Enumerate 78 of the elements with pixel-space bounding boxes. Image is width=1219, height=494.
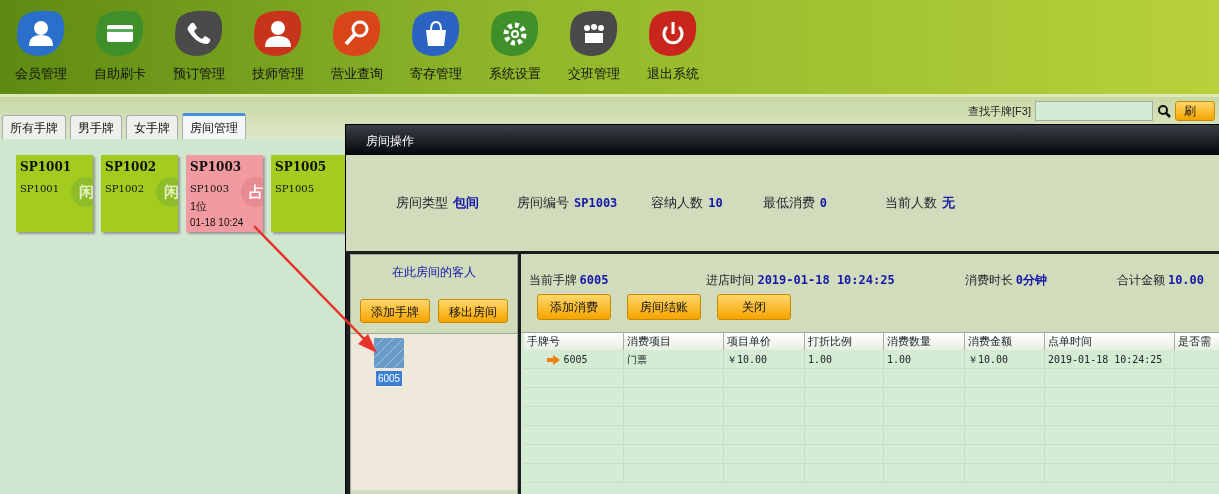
column-header[interactable]: 是否需: [1174, 333, 1219, 350]
field-label: 进店时间: [706, 273, 755, 287]
room-title: SP1001: [20, 159, 73, 176]
check-in-time: 01-18 10:24: [190, 215, 245, 230]
wristband-icon: [374, 338, 404, 368]
refresh-button[interactable]: 刷: [1174, 101, 1215, 121]
table-cell: ￥10.00: [968, 353, 1009, 365]
field-label: 容纳人数: [651, 195, 704, 211]
search-label: 查找手牌[F3]: [968, 103, 1031, 119]
table-cell: 1.00: [808, 353, 833, 365]
status-badge: 闲: [71, 177, 93, 207]
room-code: SP1001: [20, 182, 60, 196]
room-code: SP1002: [105, 182, 145, 196]
guest-label: 6005: [375, 371, 403, 386]
toolbar-label[interactable]: 交班管理: [568, 64, 620, 84]
field-value: SP1003: [574, 196, 618, 211]
field-value: 无: [942, 195, 956, 211]
field-label: 消费时长: [964, 273, 1013, 287]
panel-button[interactable]: 移出房间: [437, 299, 508, 323]
search-icon[interactable]: [1156, 104, 1171, 118]
status-badge: 闲: [156, 177, 178, 207]
arrow-icon: [546, 354, 560, 365]
field-value: 0分钟: [1015, 273, 1047, 287]
table-cell: 门票: [627, 353, 647, 365]
tab[interactable]: 男手牌: [70, 115, 122, 139]
field-value: 0: [819, 196, 828, 211]
room-card[interactable]: SP1005 SP1005: [271, 155, 348, 232]
toolbar-label[interactable]: 技师管理: [252, 64, 304, 84]
field-label: 合计金额: [1116, 273, 1165, 287]
room-title: SP1005: [275, 159, 328, 176]
room-code: SP1005: [275, 182, 315, 196]
action-button[interactable]: 关闭: [716, 294, 791, 320]
toolbar-label[interactable]: 自助刷卡: [94, 64, 146, 84]
column-header[interactable]: 手牌号: [523, 333, 624, 350]
toolbar-label[interactable]: 营业查询: [331, 64, 383, 84]
room-card[interactable]: SP1001 SP1001 闲: [16, 155, 93, 232]
field-value: 10.00: [1167, 273, 1205, 287]
toolbar-label[interactable]: 系统设置: [489, 64, 541, 84]
panel-title: 在此房间的客人: [391, 265, 476, 279]
field-label: 当前手牌: [528, 273, 577, 287]
guest-item[interactable]: 6005: [374, 338, 404, 386]
field-label: 房间编号: [517, 195, 569, 211]
room-card[interactable]: SP1003 SP1003 1位 01-18 10:24 占: [186, 155, 263, 232]
dialog-title: 房间操作: [346, 125, 1219, 155]
search-field[interactable]: [1034, 101, 1153, 121]
column-header[interactable]: 消费金额: [964, 333, 1045, 350]
field-label: 最低消费: [762, 195, 815, 211]
column-header[interactable]: 消费数量: [883, 333, 965, 350]
action-button[interactable]: 添加消费: [536, 294, 611, 320]
action-button[interactable]: 房间结账: [626, 294, 701, 320]
toolbar-label[interactable]: 寄存管理: [410, 64, 462, 84]
field-value: 10: [708, 196, 723, 211]
column-header[interactable]: 项目单价: [723, 333, 805, 350]
table-cell: ￥10.00: [727, 353, 768, 365]
table-cell: 1.00: [887, 353, 912, 365]
panel-button[interactable]: 添加手牌: [359, 299, 430, 323]
table-cell: 2019-01-18 10:24:25: [1048, 353, 1163, 365]
field-label: 房间类型: [396, 195, 448, 211]
tab[interactable]: 房间管理: [182, 113, 246, 139]
toolbar-label[interactable]: 退出系统: [647, 64, 699, 84]
toolbar-label[interactable]: 预订管理: [173, 64, 225, 84]
tab[interactable]: 女手牌: [126, 115, 178, 139]
column-header[interactable]: 点单时间: [1044, 333, 1175, 350]
table-cell: 6005: [563, 353, 588, 365]
guest-count: 1位: [190, 199, 209, 214]
field-value: 包间: [453, 195, 479, 211]
field-value: 2019-01-18 10:24:25: [757, 273, 895, 287]
status-badge: 占: [241, 177, 263, 207]
room-title: SP1003: [190, 159, 243, 176]
column-header[interactable]: 打折比例: [804, 333, 884, 350]
room-code: SP1003: [190, 182, 230, 196]
room-title: SP1002: [105, 159, 158, 176]
toolbar-label[interactable]: 会员管理: [15, 64, 67, 84]
room-card[interactable]: SP1002 SP1002 闲: [101, 155, 178, 232]
tab[interactable]: 所有手牌: [2, 115, 66, 139]
field-label: 当前人数: [885, 195, 938, 211]
column-header[interactable]: 消费项目: [623, 333, 724, 350]
field-value: 6005: [579, 273, 609, 287]
